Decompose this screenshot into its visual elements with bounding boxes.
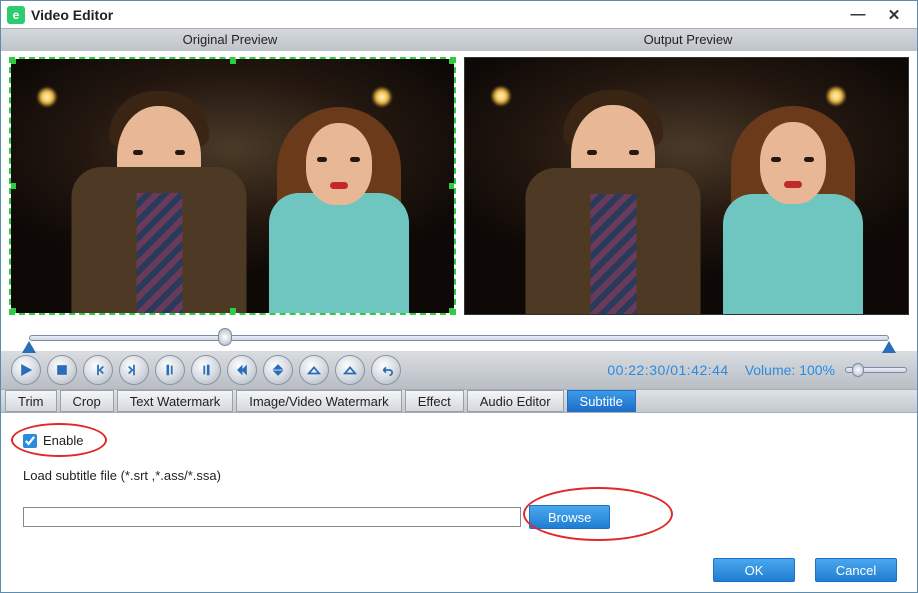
dialog-footer: OK Cancel [1, 548, 917, 592]
app-icon: e [7, 6, 25, 24]
playback-controls: 00:22:30/01:42:44 Volume: 100% [1, 351, 917, 389]
cancel-button[interactable]: Cancel [815, 558, 897, 582]
original-preview-label: Original Preview [1, 29, 459, 51]
output-preview [464, 57, 909, 315]
timeline-thumb[interactable] [218, 328, 232, 346]
crop-handle[interactable] [449, 58, 455, 64]
tab-crop[interactable]: Crop [60, 390, 114, 412]
time-readout: 00:22:30/01:42:44 [607, 362, 728, 378]
volume-thumb[interactable] [852, 363, 864, 377]
close-button[interactable]: ✕ [885, 6, 903, 24]
crop-handle[interactable] [10, 183, 16, 189]
crop-handle[interactable] [449, 308, 455, 314]
volume-label: Volume: 100% [745, 362, 835, 378]
tab-audio-editor[interactable]: Audio Editor [467, 390, 564, 412]
tab-subtitle[interactable]: Subtitle [567, 390, 636, 412]
flip-horizontal-button[interactable] [299, 355, 329, 385]
preview-header: Original Preview Output Preview [1, 29, 917, 51]
original-preview[interactable] [9, 57, 456, 315]
window-title: Video Editor [31, 7, 113, 23]
time-total: 01:42:44 [670, 362, 729, 378]
play-button[interactable] [11, 355, 41, 385]
step-forward-button[interactable] [119, 355, 149, 385]
goto-in-button[interactable] [227, 355, 257, 385]
crop-handle[interactable] [10, 58, 16, 64]
title-bar: e Video Editor — ✕ [1, 1, 917, 29]
tab-text-watermark[interactable]: Text Watermark [117, 390, 234, 412]
window-controls: — ✕ [849, 6, 913, 24]
tab-image-watermark[interactable]: Image/Video Watermark [236, 390, 401, 412]
tab-effect[interactable]: Effect [405, 390, 464, 412]
timeline-area [1, 321, 917, 351]
enable-checkbox[interactable] [23, 434, 37, 448]
flip-vertical-button[interactable] [335, 355, 365, 385]
load-subtitle-label: Load subtitle file (*.srt ,*.ass/*.ssa) [23, 468, 895, 483]
enable-label: Enable [43, 433, 83, 448]
timeline-slider[interactable] [29, 329, 889, 347]
preview-row [1, 51, 917, 321]
step-back-button[interactable] [83, 355, 113, 385]
volume-slider[interactable] [845, 367, 907, 373]
stop-button[interactable] [47, 355, 77, 385]
volume-value: 100% [799, 362, 835, 378]
crop-handle[interactable] [230, 58, 236, 64]
ok-button[interactable]: OK [713, 558, 795, 582]
subtitle-path-input[interactable] [23, 507, 521, 527]
range-start-marker[interactable] [22, 341, 36, 353]
output-preview-label: Output Preview [459, 29, 917, 51]
goto-out-button[interactable] [263, 355, 293, 385]
minimize-button[interactable]: — [849, 6, 867, 24]
mark-out-button[interactable] [191, 355, 221, 385]
tab-strip: Trim Crop Text Watermark Image/Video Wat… [1, 389, 917, 413]
crop-handle[interactable] [10, 308, 16, 314]
crop-handle[interactable] [449, 183, 455, 189]
video-editor-window: e Video Editor — ✕ Original Preview Outp… [0, 0, 918, 593]
mark-in-button[interactable] [155, 355, 185, 385]
undo-button[interactable] [371, 355, 401, 385]
subtitle-panel: Enable Load subtitle file (*.srt ,*.ass/… [1, 413, 917, 548]
range-end-marker[interactable] [882, 341, 896, 353]
crop-handle[interactable] [230, 308, 236, 314]
tab-trim[interactable]: Trim [5, 390, 57, 412]
time-current: 00:22:30 [607, 362, 666, 378]
browse-button[interactable]: Browse [529, 505, 610, 529]
